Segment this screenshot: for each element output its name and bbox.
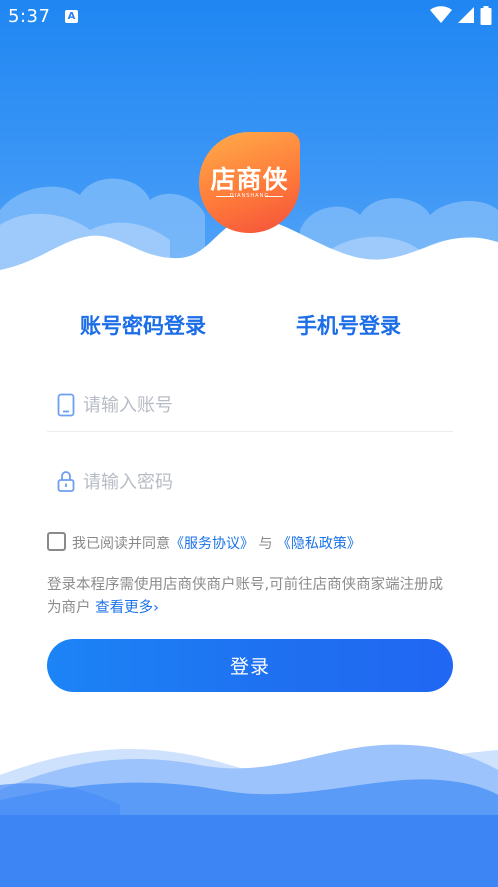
privacy-policy-link[interactable]: 《隐私政策》: [277, 536, 361, 552]
signal-icon: [457, 7, 474, 23]
status-icons: [429, 6, 492, 26]
agreement-checkbox[interactable]: [47, 532, 66, 551]
agreement-row: 我已阅读并同意《服务协议》 与 《隐私政策》: [47, 531, 467, 553]
see-more-link[interactable]: 查看更多›: [95, 600, 159, 616]
logo-text: 店商侠: [210, 165, 289, 194]
app-logo: 店商侠 DIANSHANG: [199, 132, 300, 233]
login-button[interactable]: 登录: [47, 639, 453, 692]
footer-waves: [0, 744, 498, 887]
login-tabs: 账号密码登录 手机号登录: [0, 305, 498, 345]
account-field: [47, 381, 453, 432]
logo-divider-right: [265, 196, 283, 197]
service-agreement-link[interactable]: 《服务协议》: [170, 536, 254, 552]
lock-icon: [57, 470, 75, 496]
merchant-notice: 登录本程序需使用店商侠商户账号,可前往店商侠商家端注册成为商户 查看更多›: [47, 574, 457, 620]
wifi-icon: [429, 6, 452, 23]
agreement-and: 与: [258, 536, 273, 552]
account-input[interactable]: [81, 387, 445, 423]
tab-phone-login[interactable]: 手机号登录: [296, 310, 401, 340]
logo-subtext: DIANSHANG: [229, 193, 270, 199]
agreement-text: 我已阅读并同意《服务协议》 与 《隐私政策》: [72, 533, 361, 553]
phone-icon: [57, 393, 75, 421]
tab-account-login[interactable]: 账号密码登录: [80, 310, 206, 340]
notification-icon: A: [65, 10, 78, 23]
status-bar: 5:37 A: [0, 0, 498, 34]
agreement-prefix: 我已阅读并同意: [72, 536, 170, 552]
status-time: 5:37: [8, 6, 51, 27]
battery-icon: [480, 6, 492, 25]
password-field: [47, 458, 453, 508]
password-input[interactable]: [81, 464, 445, 500]
